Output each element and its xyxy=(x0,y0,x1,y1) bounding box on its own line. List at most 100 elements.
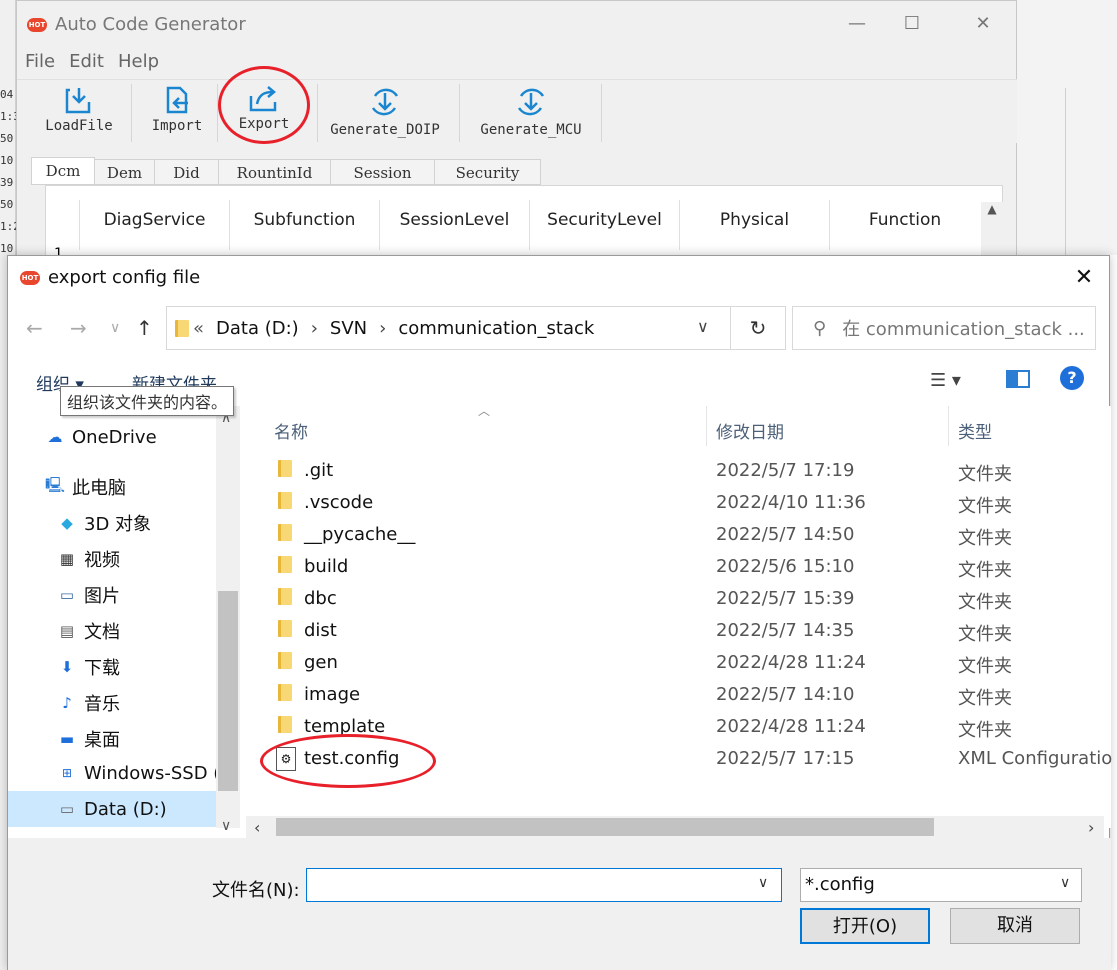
toolbar-separator xyxy=(317,84,318,142)
file-row-vscode[interactable]: .vscode 2022/4/10 11:36 文件夹 xyxy=(246,488,1111,520)
help-icon[interactable]: ? xyxy=(1060,366,1084,390)
view-options-icon[interactable]: ☰ ▾ xyxy=(930,370,961,391)
column-subfunction[interactable]: Subfunction xyxy=(230,200,380,250)
scroll-left-icon[interactable]: ‹ xyxy=(254,818,260,837)
file-row-gen[interactable]: gen 2022/4/28 11:24 文件夹 xyxy=(246,648,1111,680)
close-button[interactable]: ✕ xyxy=(965,9,1001,39)
nav-item-onedrive[interactable]: ☁ OneDrive xyxy=(44,426,157,448)
import-button[interactable]: Import xyxy=(145,80,209,144)
sort-up-icon: ︿ xyxy=(478,404,491,418)
nav-item-data-drive[interactable]: ▭ Data (D:) xyxy=(56,798,167,820)
export-highlight-annotation xyxy=(218,66,310,144)
nav-item-windows-ssd[interactable]: ⊞ Windows-SSD ( xyxy=(56,762,220,784)
folder-icon xyxy=(278,652,292,669)
nav-item-this-pc[interactable]: 🖳 此电脑 xyxy=(44,474,126,500)
file-row-dbc[interactable]: dbc 2022/5/7 15:39 文件夹 xyxy=(246,584,1111,616)
filetype-dropdown-icon[interactable]: ∨ xyxy=(1060,875,1070,891)
column-header-date[interactable]: 修改日期 xyxy=(716,418,784,443)
organize-tooltip: 组织该文件夹的内容。 xyxy=(60,386,235,416)
nav-item-desktop[interactable]: ▬ 桌面 xyxy=(56,726,120,752)
tab-rountinid[interactable]: RountinId xyxy=(219,159,331,185)
back-arrow-icon[interactable]: ← xyxy=(26,316,43,340)
refresh-button[interactable]: ↻ xyxy=(730,306,786,350)
open-button[interactable]: 打开(O) xyxy=(800,908,930,944)
file-row-dist[interactable]: dist 2022/5/7 14:35 文件夹 xyxy=(246,616,1111,648)
file-list: ︿ 名称 修改日期 类型 .git 2022/5/7 17:19 文件夹 .vsco… xyxy=(246,404,1112,828)
nav-item-documents[interactable]: ▤ 文档 xyxy=(56,618,120,644)
column-function[interactable]: Function xyxy=(830,200,980,250)
tab-security[interactable]: Security xyxy=(435,159,541,185)
folder-icon xyxy=(278,524,292,541)
column-diagservice[interactable]: DiagService xyxy=(80,200,230,250)
column-physical[interactable]: Physical xyxy=(680,200,830,250)
breadcrumb-data-drive[interactable]: Data (D:) xyxy=(216,318,299,339)
export-dialog: HOT export config file ✕ ← → ∨ ↑ « Data (… xyxy=(7,255,1112,970)
hot-badge-icon: HOT xyxy=(20,271,40,285)
address-bar[interactable]: « Data (D:) › SVN › communication_stack … xyxy=(166,306,786,350)
tab-dem[interactable]: Dem xyxy=(95,159,155,185)
scroll-right-icon[interactable]: › xyxy=(1088,818,1094,837)
horizontal-scroll-thumb[interactable] xyxy=(276,818,934,836)
windows-drive-icon: ⊞ xyxy=(61,766,73,780)
tab-did[interactable]: Did xyxy=(155,159,219,185)
nav-item-pictures[interactable]: ▭ 图片 xyxy=(56,582,120,608)
chevron-down-icon[interactable]: ∨ xyxy=(697,317,709,336)
forward-arrow-icon[interactable]: → xyxy=(70,316,87,340)
nav-item-downloads[interactable]: ⬇ 下载 xyxy=(56,654,120,680)
cube-icon: ◆ xyxy=(61,514,73,532)
toolbar-separator xyxy=(459,84,460,142)
menu-file[interactable]: File xyxy=(25,51,55,72)
generate-doip-button[interactable]: Generate_DOIP xyxy=(323,80,447,144)
nav-item-3d-objects[interactable]: ◆ 3D 对象 xyxy=(56,510,151,536)
column-sessionlevel[interactable]: SessionLevel xyxy=(380,200,530,250)
up-arrow-icon[interactable]: ↑ xyxy=(136,316,153,340)
loadfile-button[interactable]: LoadFile xyxy=(41,80,117,144)
recent-dropdown-icon[interactable]: ∨ xyxy=(110,320,120,336)
menu-bar: File Edit Help xyxy=(25,51,159,72)
table-header: DiagService Subfunction SessionLevel Sec… xyxy=(46,200,980,250)
tab-dcm[interactable]: Dcm xyxy=(31,157,95,185)
tab-session[interactable]: Session xyxy=(331,159,435,185)
desktop-icon: ▬ xyxy=(59,730,75,748)
minimize-button[interactable]: — xyxy=(839,9,875,39)
table-vertical-scrollbar[interactable]: ▲ xyxy=(981,202,1003,262)
drive-icon: ▭ xyxy=(59,800,75,818)
file-row-image[interactable]: image 2022/5/7 14:10 文件夹 xyxy=(246,680,1111,712)
preview-pane-icon[interactable] xyxy=(1006,370,1030,388)
file-row-build[interactable]: build 2022/5/6 15:10 文件夹 xyxy=(246,552,1111,584)
scroll-up-icon[interactable]: ▲ xyxy=(981,202,1003,216)
cancel-button[interactable]: 取消 xyxy=(950,908,1080,944)
background-divider xyxy=(1065,88,1066,255)
menu-help[interactable]: Help xyxy=(118,51,159,72)
nav-item-videos[interactable]: ▦ 视频 xyxy=(56,546,120,572)
app-window: HOT Auto Code Generator — ☐ ✕ File Edit H… xyxy=(16,0,1017,263)
column-securitylevel[interactable]: SecurityLevel xyxy=(530,200,680,250)
diag-table: DiagService Subfunction SessionLevel Sec… xyxy=(45,185,1003,263)
column-divider xyxy=(948,406,949,446)
nav-item-music[interactable]: ♪ 音乐 xyxy=(56,690,120,716)
breadcrumb-communication-stack[interactable]: communication_stack xyxy=(398,318,594,339)
menu-edit[interactable]: Edit xyxy=(69,51,104,72)
file-row-git[interactable]: .git 2022/5/7 17:19 文件夹 xyxy=(246,456,1111,488)
file-row-pycache[interactable]: __pycache__ 2022/5/7 14:50 文件夹 xyxy=(246,520,1111,552)
breadcrumb-svn[interactable]: SVN xyxy=(330,318,367,339)
dialog-close-button[interactable]: ✕ xyxy=(1066,262,1102,294)
search-input[interactable]: ⚲ 在 communication_stack ... xyxy=(792,306,1096,350)
navigation-bar: ← → ∨ ↑ « Data (D:) › SVN › communicatio… xyxy=(8,304,1111,352)
hot-badge-icon: HOT xyxy=(27,18,47,32)
toolbar-separator xyxy=(601,84,602,142)
filename-input[interactable] xyxy=(306,868,782,902)
maximize-button[interactable]: ☐ xyxy=(894,9,930,39)
generate-mcu-button[interactable]: Generate_MCU xyxy=(473,80,589,144)
column-header-type[interactable]: 类型 xyxy=(958,418,992,443)
filename-dropdown-icon[interactable]: ∨ xyxy=(758,875,768,891)
navigation-pane: ☁ OneDrive 🖳 此电脑 ◆ 3D 对象 ▦ 视频 ▭ 图片 ▤ 文档 ⬇ 下载 ♪ 音… xyxy=(8,406,242,828)
generate-mcu-icon xyxy=(517,88,545,116)
app-title: HOT Auto Code Generator xyxy=(27,14,246,35)
folder-icon xyxy=(278,492,292,509)
background-window-right xyxy=(1016,0,1117,255)
nav-pane-scroll-thumb[interactable] xyxy=(218,591,238,791)
column-header-name[interactable]: 名称 xyxy=(274,418,308,443)
filetype-select[interactable]: *.config xyxy=(800,868,1082,902)
scroll-down-icon[interactable]: ∨ xyxy=(221,818,231,834)
